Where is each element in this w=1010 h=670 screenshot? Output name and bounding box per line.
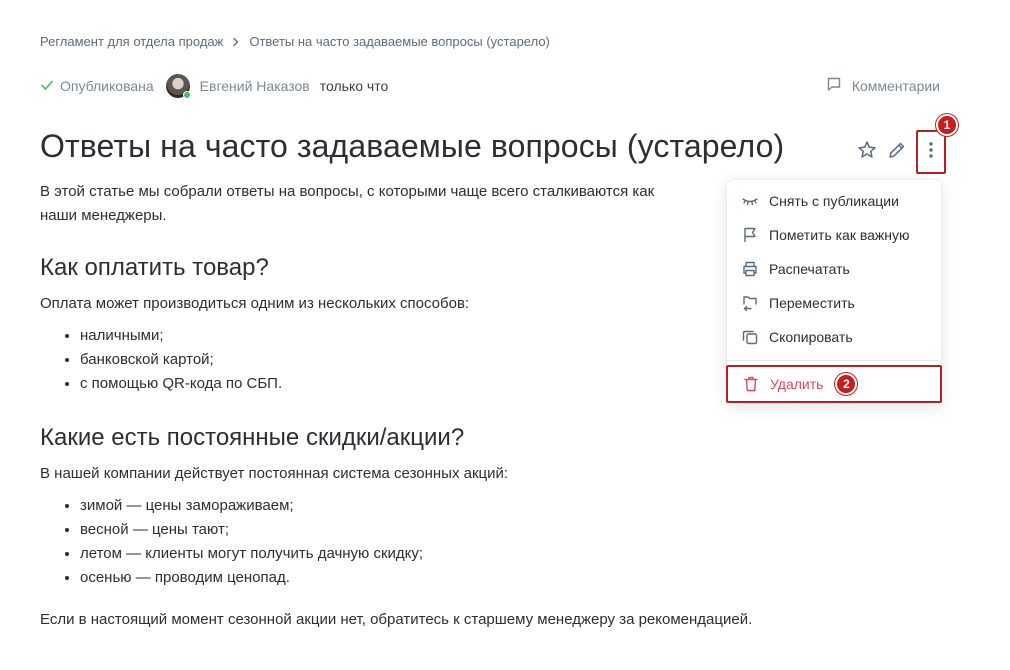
check-icon <box>40 78 54 95</box>
menu-item-print[interactable]: Распечатать <box>727 252 941 286</box>
closed-eye-icon <box>741 192 759 210</box>
more-actions-menu: Снять с публикации Пометить как важную Р… <box>726 180 942 403</box>
list-item: весной — цены тают; <box>80 518 730 542</box>
more-actions-button[interactable]: 1 <box>916 114 958 174</box>
page-title: Ответы на часто задаваемые вопросы (уста… <box>40 128 785 164</box>
menu-item-unpublish[interactable]: Снять с публикации <box>727 184 941 218</box>
menu-label: Распечатать <box>769 261 850 277</box>
intro-line-1: В этой статье мы собрали ответы на вопро… <box>40 183 655 200</box>
pencil-icon <box>887 140 907 165</box>
vertical-dots-icon <box>928 140 934 165</box>
section-heading-discounts: Какие есть постоянные скидки/акции? <box>40 424 465 451</box>
title-actions: 1 <box>852 114 958 174</box>
article-meta: Опубликована Евгений Наказов только что <box>40 74 389 99</box>
comment-icon <box>826 76 842 95</box>
publish-status: Опубликована <box>40 78 154 95</box>
avatar[interactable] <box>165 74 191 99</box>
trash-icon <box>742 375 760 393</box>
updated-time: только что <box>319 78 389 94</box>
list-item: с помощью QR-кода по СБП. <box>80 372 730 396</box>
author-name[interactable]: Евгений Наказов <box>200 78 310 94</box>
intro-line-2: наши менеджеры. <box>40 207 167 224</box>
article-body: В этой статье мы собрали ответы на вопро… <box>40 180 752 632</box>
status-label: Опубликована <box>60 78 154 94</box>
menu-label: Удалить <box>770 376 824 392</box>
breadcrumb-parent-link[interactable]: Регламент для отдела продаж <box>40 34 223 49</box>
list-item: банковской картой; <box>80 348 730 372</box>
payment-list: наличными; банковской картой; с помощью … <box>40 324 730 396</box>
list-item: осенью — проводим ценопад. <box>80 566 730 590</box>
intro-paragraph: В этой статье мы собрали ответы на вопро… <box>40 180 730 228</box>
breadcrumb-current-link[interactable]: Ответы на часто задаваемые вопросы (уста… <box>249 34 550 49</box>
online-indicator <box>182 91 191 99</box>
edit-button[interactable] <box>882 134 912 170</box>
section-heading-payment: Как оплатить товар? <box>40 254 269 281</box>
menu-item-mark-important[interactable]: Пометить как важную <box>727 218 941 252</box>
menu-label: Снять с публикации <box>769 193 899 209</box>
menu-label: Пометить как важную <box>769 227 910 243</box>
menu-item-delete[interactable]: Удалить 2 <box>726 365 942 403</box>
menu-item-copy[interactable]: Скопировать <box>727 320 941 354</box>
annotation-badge-1: 1 <box>936 114 958 136</box>
copy-icon <box>741 328 759 346</box>
star-icon <box>857 140 877 165</box>
list-item: летом — клиенты могут получить дачную ск… <box>80 542 730 566</box>
comments-label: Комментарии <box>851 77 940 94</box>
flag-icon <box>741 226 759 244</box>
menu-item-move[interactable]: Переместить <box>727 286 941 320</box>
section-text-payment: Оплата может производиться одним из неск… <box>40 295 470 312</box>
list-item: зимой — цены замораживаем; <box>80 494 730 518</box>
list-item: наличными; <box>80 324 730 348</box>
favorite-button[interactable] <box>852 134 882 170</box>
move-icon <box>741 294 759 312</box>
chevron-right-icon <box>231 37 241 47</box>
printer-icon <box>741 260 759 278</box>
section-text-discounts: В нашей компании действует постоянная си… <box>40 465 509 482</box>
annotation-badge-2: 2 <box>835 373 858 395</box>
breadcrumb: Регламент для отдела продаж Ответы на ча… <box>40 34 550 49</box>
final-paragraph: Если в настоящий момент сезонной акции н… <box>40 611 753 628</box>
menu-divider <box>727 360 941 361</box>
discounts-list: зимой — цены замораживаем; весной — цены… <box>40 494 730 590</box>
menu-label: Переместить <box>769 295 855 311</box>
comments-button[interactable]: Комментарии <box>826 76 940 95</box>
menu-label: Скопировать <box>769 329 853 345</box>
title-row: Ответы на часто задаваемые вопросы (уста… <box>40 114 958 174</box>
